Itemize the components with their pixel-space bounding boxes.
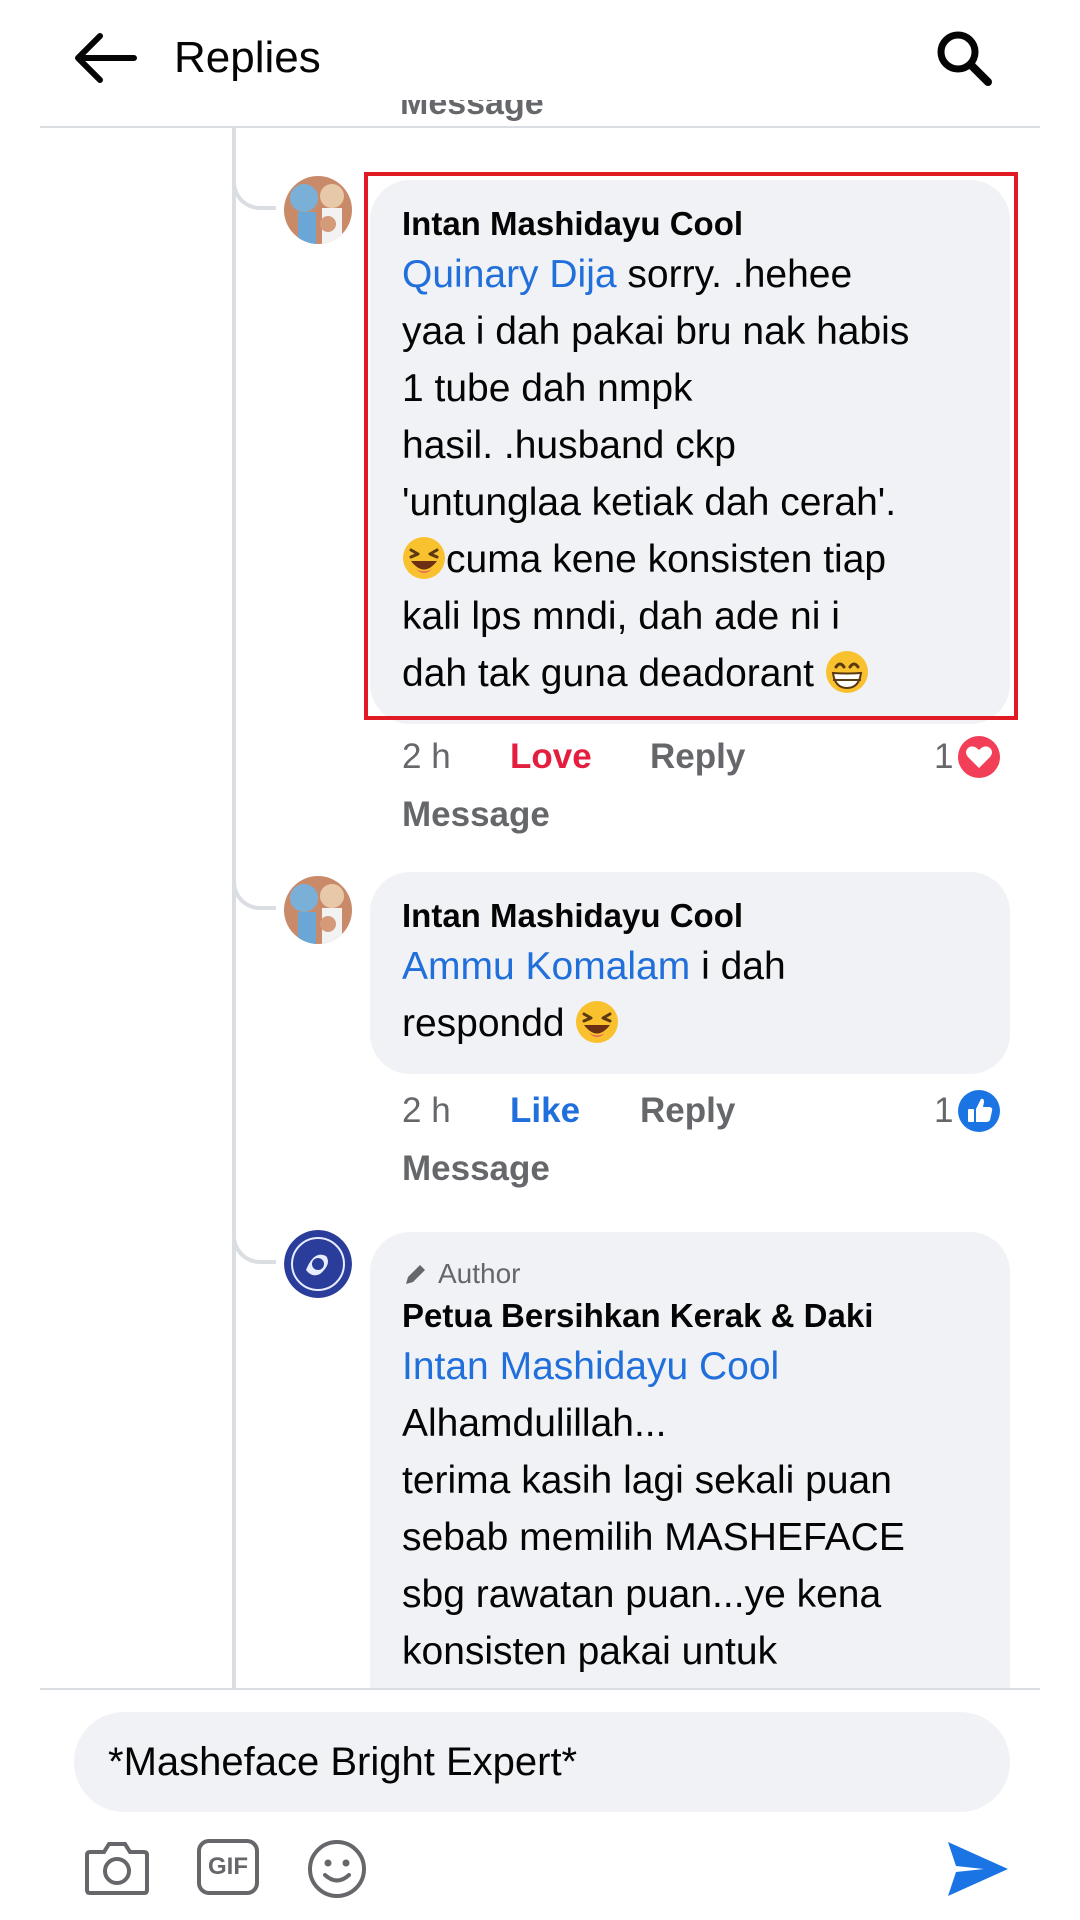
avatar[interactable] xyxy=(284,1230,352,1298)
comment-timestamp: 2 h xyxy=(402,1091,451,1130)
search-icon[interactable] xyxy=(934,28,994,88)
page-title: Replies xyxy=(174,33,321,82)
comment-input[interactable]: *Masheface Bright Expert* xyxy=(74,1712,1010,1812)
love-reaction-button[interactable]: Love xyxy=(510,737,650,777)
avatar[interactable] xyxy=(284,876,352,944)
comment-actions: 2 h Like Reply xyxy=(402,1086,735,1136)
comment-text: Intan Mashidayu Cool Alhamdulillah... te… xyxy=(402,1345,905,1673)
thread-line xyxy=(232,128,236,1688)
composer-divider xyxy=(40,1688,1040,1690)
comment-author[interactable]: Petua Bersihkan Kerak & Daki xyxy=(402,1294,980,1338)
comment-composer: *Masheface Bright Expert* GIF xyxy=(0,1688,1080,1920)
camera-icon[interactable] xyxy=(84,1838,150,1896)
comment-text: Ammu Komalam i dah respondd xyxy=(402,945,786,1045)
comment-actions: 2 h Love Reply xyxy=(402,732,745,782)
reaction-count[interactable]: 1 xyxy=(934,1086,1001,1136)
send-icon[interactable] xyxy=(944,1838,1012,1900)
message-button[interactable]: Message xyxy=(402,1144,550,1194)
thread-branch xyxy=(232,880,276,910)
thumbs-up-icon xyxy=(958,1090,1001,1132)
author-badge: Author xyxy=(402,1254,980,1294)
truncated-message-link[interactable]: Message xyxy=(400,100,544,130)
back-arrow-icon[interactable] xyxy=(72,32,138,84)
gif-button[interactable]: GIF xyxy=(196,1838,260,1901)
mention-link[interactable]: Ammu Komalam xyxy=(402,945,690,988)
laughing-face-emoji-icon xyxy=(576,1001,619,1043)
pencil-icon xyxy=(406,1265,425,1284)
comment-bubble: Intan Mashidayu Cool Ammu Komalam i dah … xyxy=(370,872,1010,1074)
thread-branch xyxy=(232,180,276,210)
reply-button[interactable]: Reply xyxy=(640,1091,735,1131)
comment-author[interactable]: Intan Mashidayu Cool xyxy=(402,894,980,938)
comment-bubble: Author Petua Bersihkan Kerak & Daki Inta… xyxy=(370,1232,1010,1692)
emoji-picker-icon[interactable] xyxy=(306,1838,368,1900)
avatar[interactable] xyxy=(284,176,352,244)
heart-icon xyxy=(958,736,1001,778)
reaction-count[interactable]: 1 xyxy=(934,732,1001,782)
like-reaction-button[interactable]: Like xyxy=(510,1091,640,1131)
mention-link[interactable]: Intan Mashidayu Cool xyxy=(402,1345,779,1388)
thread-branch xyxy=(232,1234,276,1264)
comment-timestamp: 2 h xyxy=(402,737,451,776)
message-button[interactable]: Message xyxy=(402,790,550,840)
highlight-box xyxy=(364,172,1018,720)
reply-button[interactable]: Reply xyxy=(650,737,745,777)
